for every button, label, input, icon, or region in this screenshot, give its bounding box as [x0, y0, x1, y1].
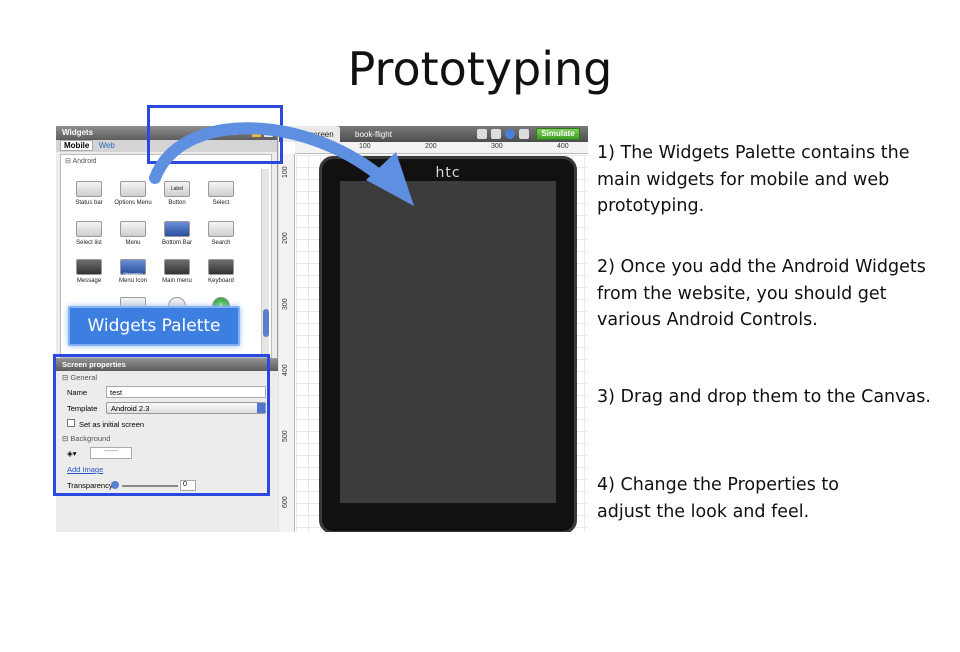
highlight-box-toolbar	[147, 105, 283, 164]
widget-keyboard[interactable]: Keyboard	[199, 259, 243, 284]
menu-icon-icon: Messaging	[120, 259, 146, 276]
design-canvas: home-screen book-flight Simulate 100 200…	[279, 126, 588, 532]
phone-mockup[interactable]: htc	[319, 156, 577, 532]
screen-icon[interactable]	[477, 129, 487, 139]
palette-scrollbar[interactable]	[261, 169, 269, 355]
step-4: 4) Change the Properties to adjust the l…	[597, 475, 839, 522]
widget-options-menu[interactable]: Options Menu	[111, 181, 155, 206]
scrollbar-thumb[interactable]	[263, 309, 269, 337]
widget-menu-icon[interactable]: Messaging Menu Icon	[111, 259, 155, 284]
tab-home-screen[interactable]: home-screen	[281, 126, 340, 142]
bottom-bar-icon	[164, 221, 190, 237]
select-icon	[208, 181, 234, 197]
widget-select-list[interactable]: Select list	[67, 221, 111, 246]
device-brand: htc	[435, 165, 461, 181]
widget-select[interactable]: Select	[199, 181, 243, 206]
select-list-icon	[76, 221, 102, 237]
widget-search[interactable]: Search	[199, 221, 243, 246]
button-icon: Label	[164, 181, 190, 197]
share-icon[interactable]	[519, 129, 529, 139]
slide-title: Prototyping	[347, 42, 613, 96]
widget-menu[interactable]: Menu	[111, 221, 155, 246]
widget-main-menu[interactable]: Main menu	[155, 259, 199, 284]
search-icon	[208, 221, 234, 237]
step-2: 2) Once you add the Android Widgets from…	[597, 257, 926, 330]
phone-screen[interactable]	[340, 181, 556, 503]
tab-book-flight[interactable]: book-flight	[349, 126, 398, 142]
keyboard-icon	[208, 259, 234, 275]
main-menu-icon	[164, 259, 190, 275]
simulate-button[interactable]: Simulate	[536, 128, 580, 140]
status-bar-icon	[76, 181, 102, 197]
step-1: 1) The Widgets Palette contains the main…	[597, 143, 910, 216]
palette-title: Widgets	[62, 128, 94, 137]
home-icon[interactable]	[491, 129, 501, 139]
widget-bottom-bar[interactable]: Bottom Bar	[155, 221, 199, 246]
message-icon	[76, 259, 102, 275]
menu-icon	[120, 221, 146, 237]
canvas-toolbar: home-screen book-flight Simulate	[279, 126, 588, 142]
info-icon[interactable]	[505, 129, 515, 139]
tab-web[interactable]: Web	[96, 141, 118, 150]
widget-button[interactable]: Label Button	[155, 181, 199, 206]
highlight-box-properties	[53, 354, 270, 496]
horizontal-ruler: 100 200 300 400	[295, 142, 588, 154]
tab-mobile[interactable]: Mobile	[60, 140, 94, 151]
options-menu-icon	[120, 181, 146, 197]
widget-message[interactable]: Message	[67, 259, 111, 284]
vertical-ruler: 100 200 300 400 500 600	[279, 154, 295, 532]
widgets-palette-callout: Widgets Palette	[68, 306, 240, 346]
step-3: 3) Drag and drop them to the Canvas.	[597, 387, 931, 407]
widget-status-bar[interactable]: Status bar	[67, 181, 111, 206]
